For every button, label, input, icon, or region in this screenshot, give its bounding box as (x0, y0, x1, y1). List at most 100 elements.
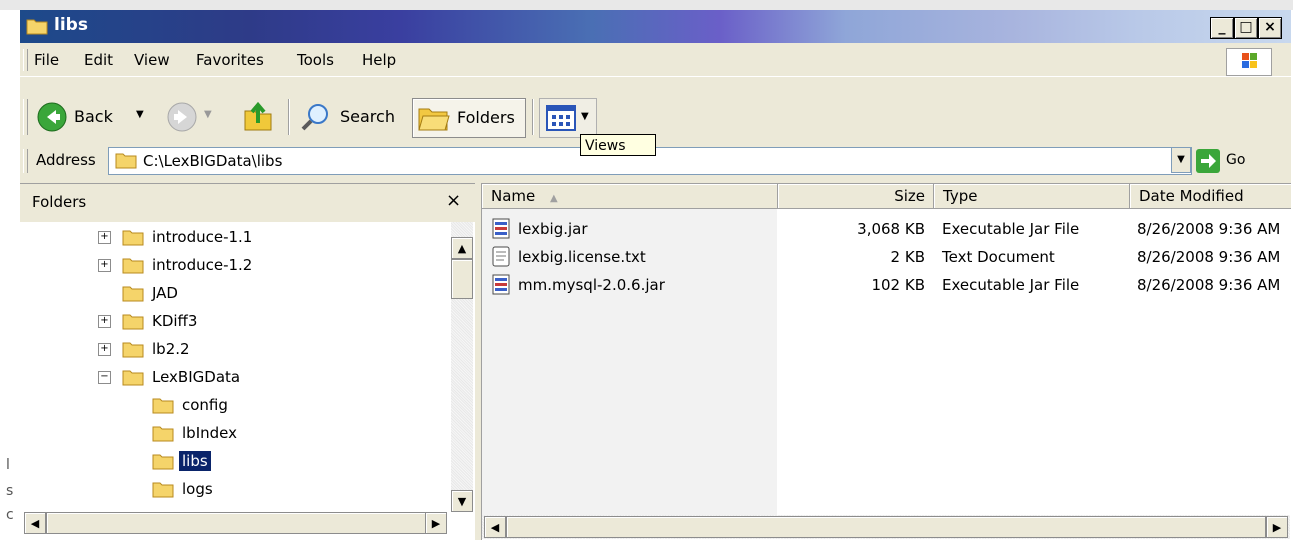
search-button[interactable]: Search (296, 98, 404, 136)
tree-item[interactable]: lbIndex (20, 421, 450, 449)
back-dropdown-icon[interactable]: ▼ (136, 109, 144, 120)
file-date-modified: 8/26/2008 9:36 AM (1137, 220, 1281, 238)
go-arrow-icon (1196, 149, 1220, 173)
toolbar-grip[interactable] (23, 149, 28, 173)
tree-item-selected[interactable]: libs (20, 449, 450, 477)
tree-item[interactable]: config (20, 393, 450, 421)
column-header-name[interactable]: Name ▲ (482, 184, 778, 209)
tree-item[interactable]: + KDiff3 (20, 309, 450, 337)
expand-icon[interactable]: + (98, 259, 111, 272)
forward-button[interactable]: ▼ (162, 98, 218, 136)
scroll-thumb[interactable] (46, 512, 426, 534)
column-header-label: Type (943, 187, 978, 205)
go-label: Go (1226, 152, 1246, 168)
background-window-strip (0, 0, 1293, 10)
back-label: Back (74, 107, 113, 126)
maximize-button[interactable]: □ (1234, 17, 1258, 39)
expand-icon[interactable]: + (98, 315, 111, 328)
forward-arrow-icon (167, 102, 197, 132)
collapse-icon[interactable]: − (98, 371, 111, 384)
tree-item[interactable]: + lb2.2 (20, 337, 450, 365)
file-type: Executable Jar File (942, 276, 1080, 294)
column-header-label: Size (894, 187, 925, 205)
file-size: 3,068 KB (857, 220, 925, 238)
explorer-window: libs _ □ × File Edit View Favorites Tool… (20, 10, 1291, 540)
scroll-down-button[interactable]: ▼ (451, 490, 473, 512)
menu-help[interactable]: Help (362, 51, 396, 69)
menu-favorites[interactable]: Favorites (196, 51, 264, 69)
folder-icon (122, 230, 144, 246)
address-dropdown-button[interactable]: ▼ (1171, 147, 1191, 173)
expand-icon[interactable]: + (98, 231, 111, 244)
scroll-right-button[interactable]: ▶ (1266, 516, 1288, 538)
search-magnifier-icon (301, 104, 328, 131)
scroll-right-button[interactable]: ▶ (425, 512, 447, 534)
file-row[interactable]: lexbig.jar 3,068 KB Executable Jar File … (482, 216, 1290, 244)
close-button[interactable]: × (1258, 17, 1282, 39)
menu-view[interactable]: View (134, 51, 170, 69)
file-row[interactable]: lexbig.license.txt 2 KB Text Document 8/… (482, 244, 1290, 272)
folders-vertical-scrollbar[interactable]: ▲ ▼ (451, 222, 473, 512)
background-text-mark: l (6, 457, 10, 473)
back-button[interactable]: Back ▼ (30, 98, 154, 136)
menu-edit[interactable]: Edit (84, 51, 113, 69)
file-type: Text Document (942, 248, 1055, 266)
toolbar-grip[interactable] (23, 49, 28, 71)
tree-item-label: logs (182, 480, 213, 498)
folders-pane-title: Folders (32, 193, 87, 211)
views-tooltip: Views (580, 134, 656, 156)
folders-button[interactable]: Folders (412, 98, 526, 138)
column-header-label: Name (491, 187, 536, 205)
menu-tools[interactable]: Tools (297, 51, 334, 69)
background-left-edge: l s c (0, 10, 20, 540)
folders-horizontal-scrollbar[interactable]: ◀ ▶ (24, 512, 447, 534)
column-header-date-modified[interactable]: Date Modified (1130, 184, 1291, 209)
tree-item-label: JAD (152, 284, 178, 302)
tree-item-label: introduce-1.2 (152, 256, 253, 274)
scroll-thumb[interactable] (451, 259, 473, 299)
file-name: mm.mysql-2.0.6.jar (518, 276, 665, 294)
scroll-left-button[interactable]: ◀ (24, 512, 46, 534)
tree-item-label: lbIndex (182, 424, 237, 442)
folder-icon (122, 258, 144, 274)
scroll-up-button[interactable]: ▲ (451, 237, 473, 259)
folders-pane: Folders × + introduce-1.1 + introduce-1.… (20, 183, 475, 540)
tree-item[interactable]: − LexBIGData (20, 365, 450, 393)
menu-file[interactable]: File (34, 51, 59, 69)
forward-dropdown-icon[interactable]: ▼ (204, 109, 212, 120)
expand-icon[interactable]: + (98, 343, 111, 356)
folders-pane-header: Folders × (20, 184, 475, 222)
toolbar-grip[interactable] (23, 99, 28, 135)
tree-item[interactable]: JAD (20, 281, 450, 309)
tree-item[interactable]: + introduce-1.2 (20, 253, 450, 281)
background-text-mark: c (6, 507, 14, 523)
tree-item[interactable]: + introduce-1.1 (20, 225, 450, 253)
file-date-modified: 8/26/2008 9:36 AM (1137, 276, 1281, 294)
title-bar[interactable]: libs _ □ × (20, 10, 1291, 43)
open-folder-icon (152, 454, 174, 470)
file-type: Executable Jar File (942, 220, 1080, 238)
views-button[interactable]: ▼ (539, 98, 597, 138)
folder-icon (152, 398, 174, 414)
folder-icon (122, 342, 144, 358)
close-pane-icon[interactable]: × (446, 190, 461, 211)
file-list-horizontal-scrollbar[interactable]: ◀ ▶ (482, 515, 1290, 539)
folder-icon (122, 370, 144, 386)
views-grid-icon (546, 105, 576, 131)
scroll-left-button[interactable]: ◀ (484, 516, 506, 538)
column-header-size[interactable]: Size (778, 184, 934, 209)
tree-item[interactable]: logs (20, 477, 450, 505)
tree-item-label: KDiff3 (152, 312, 198, 330)
up-folder-icon[interactable] (242, 99, 274, 133)
column-header-type[interactable]: Type (934, 184, 1130, 209)
go-button[interactable]: Go (1194, 147, 1256, 175)
folder-icon (122, 286, 144, 302)
views-dropdown-icon[interactable]: ▼ (581, 111, 589, 122)
folders-icon (418, 108, 450, 131)
tree-item-label: LexBIGData (152, 368, 241, 386)
folder-icon (26, 19, 48, 35)
file-row[interactable]: mm.mysql-2.0.6.jar 102 KB Executable Jar… (482, 272, 1290, 300)
search-label: Search (340, 107, 395, 126)
minimize-button[interactable]: _ (1210, 17, 1234, 39)
scroll-thumb[interactable] (506, 516, 1266, 538)
